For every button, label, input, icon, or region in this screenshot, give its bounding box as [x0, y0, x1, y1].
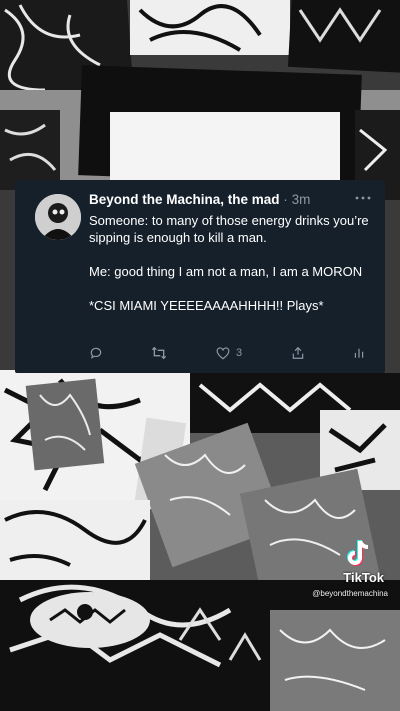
like-count: 3 [235, 347, 243, 359]
tweet-text: Someone: to many of those energy drinks … [89, 212, 371, 314]
tiktok-watermark: TikTok @beyondthemachina [282, 538, 392, 608]
tweet-header: Beyond the Machina, the mad · 3m [89, 192, 371, 210]
retweet-button[interactable] [151, 346, 167, 360]
reply-button[interactable] [89, 346, 103, 360]
timestamp[interactable]: 3m [292, 192, 311, 207]
tiktok-logo-icon [347, 540, 369, 566]
more-icon[interactable] [355, 188, 371, 204]
display-name[interactable]: Beyond the Machina, the mad [89, 192, 280, 207]
like-button[interactable]: 3 [216, 346, 243, 360]
analytics-button[interactable] [353, 347, 365, 359]
share-icon [292, 346, 303, 359]
separator: · [283, 192, 288, 207]
tiktok-brand: TikTok [343, 570, 384, 585]
tweet-line: Someone: to many of those energy drinks … [89, 213, 369, 245]
avatar-image [35, 194, 81, 240]
share-button[interactable] [291, 346, 305, 360]
analytics-icon [354, 348, 364, 358]
tiktok-handle: @beyondthemachina [312, 589, 388, 598]
tweet-line: Me: good thing I am not a man, I am a MO… [89, 264, 363, 279]
tweet-card[interactable]: Beyond the Machina, the mad · 3m Someone… [15, 180, 385, 373]
reply-icon [90, 347, 102, 359]
avatar[interactable] [35, 194, 81, 240]
tweet-line: *CSI MIAMI YEEEEAAAAHHHH!! Plays* [89, 298, 324, 313]
like-icon [216, 346, 230, 359]
tweet-actions: 3 [89, 344, 365, 362]
retweet-icon [152, 346, 167, 360]
